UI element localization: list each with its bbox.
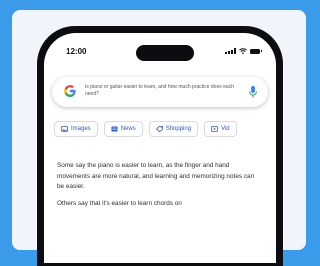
chip-label: Images xyxy=(71,126,91,132)
shopping-tag-icon xyxy=(155,126,163,132)
status-icons xyxy=(225,48,262,54)
google-logo-icon xyxy=(64,85,76,97)
filter-chips: Images News Shopping Vid xyxy=(54,121,237,137)
battery-icon xyxy=(250,48,262,54)
chip-videos[interactable]: Vid xyxy=(204,121,237,137)
microphone-icon[interactable] xyxy=(248,85,258,99)
chip-news[interactable]: News xyxy=(103,121,143,137)
signal-icon xyxy=(225,48,236,54)
search-bar[interactable]: Is piano or guitar easier to learn, and … xyxy=(52,77,268,107)
wifi-icon xyxy=(239,48,247,54)
news-icon xyxy=(111,126,118,132)
image-icon xyxy=(61,126,68,132)
status-time: 12:00 xyxy=(66,47,87,56)
search-query[interactable]: Is piano or guitar easier to learn, and … xyxy=(85,84,245,97)
phone-screen: 12:00 Is piano or guitar easier to learn… xyxy=(44,33,276,263)
status-bar: 12:00 xyxy=(44,33,276,67)
chip-images[interactable]: Images xyxy=(54,121,98,137)
answer-paragraph: Others say that it's easier to learn cho… xyxy=(57,199,182,207)
chip-label: News xyxy=(120,126,136,132)
chip-shopping[interactable]: Shopping xyxy=(148,121,199,137)
dynamic-island xyxy=(136,45,194,61)
chip-label: Shopping xyxy=(165,126,192,132)
chip-label: Vid xyxy=(221,126,230,132)
video-icon xyxy=(211,126,218,132)
answer-paragraph: Some say the piano is easier to learn, a… xyxy=(57,162,255,190)
answer-text: Some say the piano is easier to learn, a… xyxy=(57,161,263,215)
